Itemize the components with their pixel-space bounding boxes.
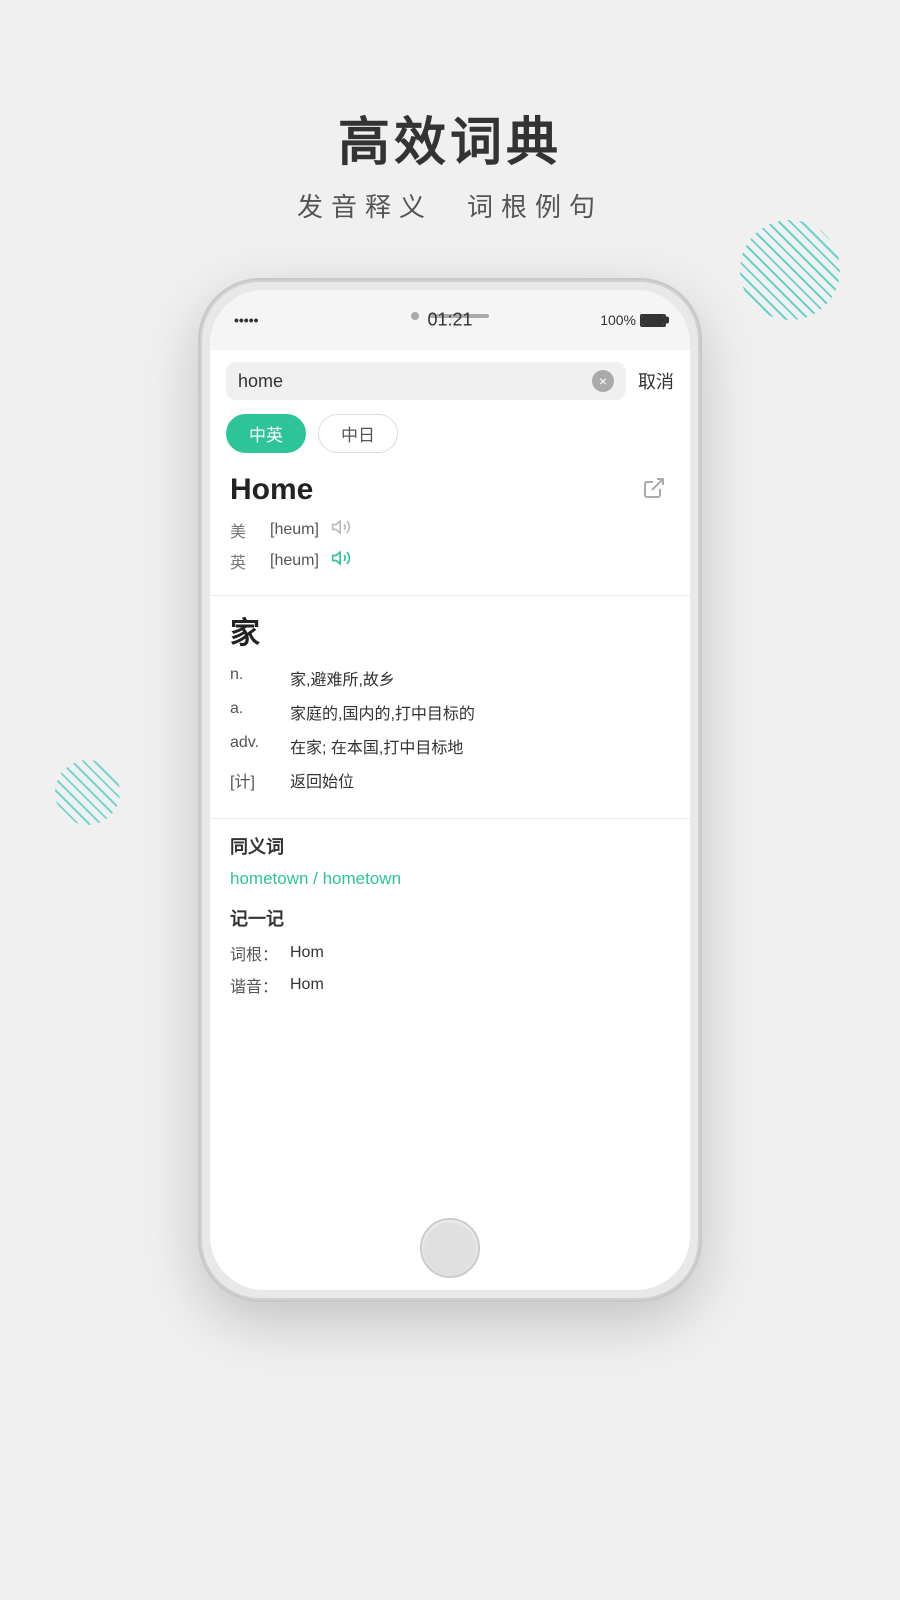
battery-percent: 100%	[600, 312, 636, 328]
def-text-comp: 返回始位	[290, 768, 670, 792]
chinese-translation: 家	[230, 608, 670, 652]
search-clear-button[interactable]: ×	[592, 370, 614, 392]
memory-sound-value: Hom	[290, 976, 324, 994]
status-time: 01:21	[427, 310, 472, 331]
app-title: 高效词典	[0, 100, 900, 175]
status-bar: ••••• 01:21 100%	[210, 290, 690, 350]
tab-chinese-japanese-label: 中日	[341, 426, 375, 445]
def-text-adv: 在家; 在本国,打中目标地	[290, 734, 670, 758]
word-title: Home	[230, 473, 313, 507]
home-button[interactable]	[420, 1218, 480, 1278]
pron-region-uk: 英	[230, 549, 258, 573]
def-pos-adv: adv.	[230, 734, 290, 752]
def-row-noun: n. 家,避难所,故乡	[230, 666, 670, 690]
audio-icon-us[interactable]	[331, 517, 351, 542]
pronunciation-us: 美 [heum]	[230, 517, 670, 542]
def-row-adj: a. 家庭的,国内的,打中目标的	[230, 700, 670, 724]
battery-icon	[640, 314, 666, 327]
app-title-area: 高效词典 发音释义 词根例句	[0, 100, 900, 224]
synonyms-title: 同义词	[230, 833, 670, 859]
pronunciation-uk: 英 [heum]	[230, 548, 670, 573]
synonym-link[interactable]: hometown / hometown	[230, 869, 670, 889]
battery-fill	[642, 316, 664, 325]
search-input-text: home	[238, 371, 592, 392]
share-icon[interactable]	[642, 476, 670, 504]
def-row-comp: [计] 返回始位	[230, 768, 670, 792]
side-btn-vol-up	[200, 532, 201, 612]
cancel-button[interactable]: 取消	[638, 368, 674, 394]
pron-phonetic-uk: [heum]	[270, 552, 319, 570]
side-btn-power	[699, 552, 700, 672]
memory-sound-row: 谐音： Hom	[230, 973, 670, 997]
audio-icon-uk[interactable]	[331, 548, 351, 573]
tab-row: 中英 中日	[210, 410, 690, 465]
signal-indicator: •••••	[234, 312, 259, 328]
def-row-adv: adv. 在家; 在本国,打中目标地	[230, 734, 670, 758]
battery-area: 100%	[600, 312, 666, 328]
phone-wrapper: ••••• 01:21 100%	[200, 280, 700, 1300]
def-pos-n: n.	[230, 666, 290, 684]
search-input-wrapper[interactable]: home ×	[226, 362, 626, 400]
phone-inner: ••••• 01:21 100%	[210, 290, 690, 1290]
screen-content: home × 取消 中英 中日 Home	[210, 350, 690, 1290]
signal-dots: •••••	[234, 312, 259, 328]
tab-chinese-japanese[interactable]: 中日	[318, 414, 398, 453]
memory-root-label: 词根：	[230, 941, 290, 965]
def-pos-a: a.	[230, 700, 290, 718]
word-title-row: Home	[230, 473, 670, 507]
def-pos-comp: [计]	[230, 768, 290, 792]
word-entry: Home 美 [heum]	[210, 465, 690, 596]
tab-chinese-english-label: 中英	[249, 426, 283, 445]
def-text-n: 家,避难所,故乡	[290, 666, 670, 690]
search-bar-row: home × 取消	[210, 350, 690, 410]
bg-circle-small	[55, 760, 120, 825]
side-btn-mute	[200, 462, 201, 512]
bg-circle-teal	[740, 220, 840, 320]
pron-phonetic-us: [heum]	[270, 521, 319, 539]
extra-section: 同义词 hometown / hometown 记一记 词根： Hom 谐音： …	[210, 819, 690, 1021]
phone-frame: ••••• 01:21 100%	[200, 280, 700, 1300]
def-text-a: 家庭的,国内的,打中目标的	[290, 700, 670, 724]
memory-sound-label: 谐音：	[230, 973, 290, 997]
front-camera	[411, 312, 419, 320]
definition-section: 家 n. 家,避难所,故乡 a. 家庭的,国内的,打中目标的 adv. 在家; …	[210, 596, 690, 819]
memory-root-row: 词根： Hom	[230, 941, 670, 965]
tab-chinese-english[interactable]: 中英	[226, 414, 306, 453]
app-subtitle: 发音释义 词根例句	[0, 187, 900, 224]
pron-region-us: 美	[230, 518, 258, 542]
memory-root-value: Hom	[290, 944, 324, 962]
memory-title: 记一记	[230, 905, 670, 931]
side-btn-vol-down	[200, 627, 201, 707]
